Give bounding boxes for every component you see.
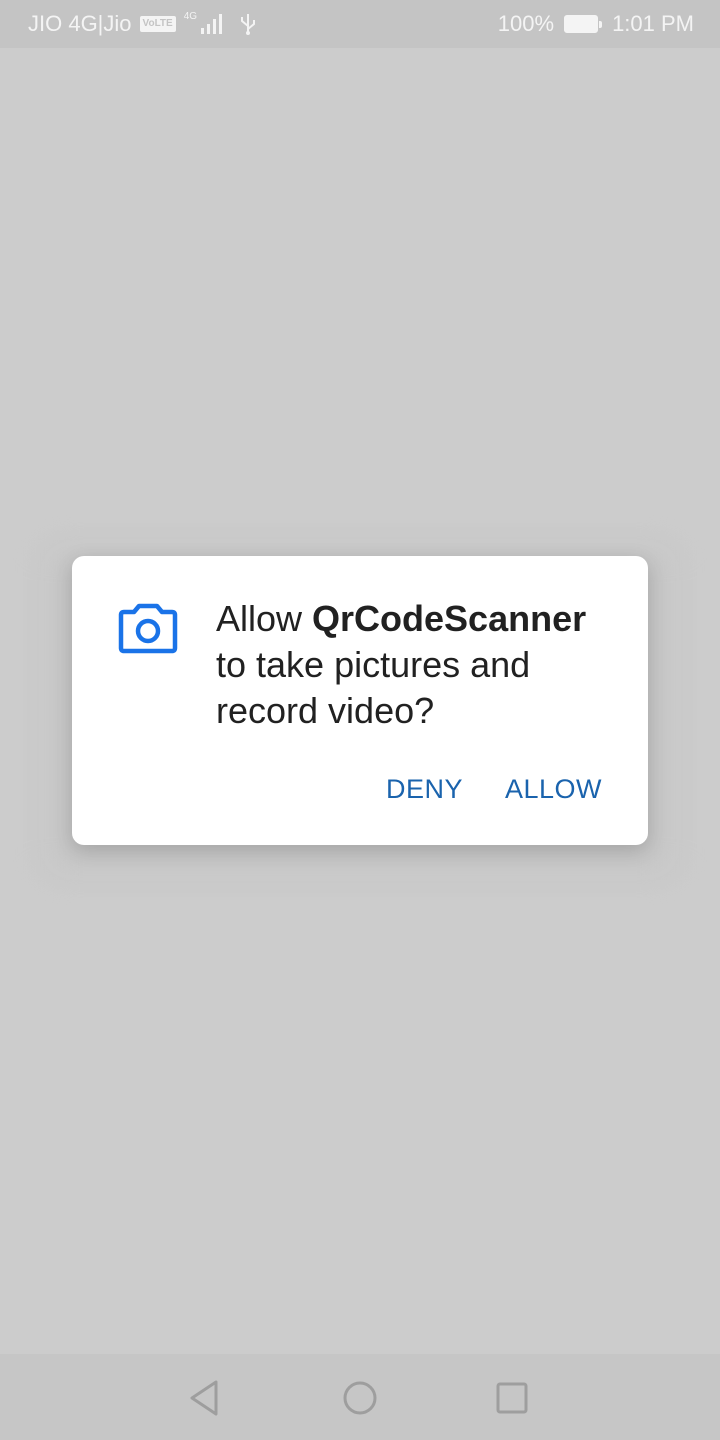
network-type-label: 4G: [183, 11, 198, 22]
permission-dialog: Allow QrCodeScanner to take pictures and…: [72, 556, 648, 845]
status-right: 100% 1:01 PM: [498, 11, 694, 37]
message-prefix: Allow: [216, 598, 313, 639]
screen: JIO 4G|Jio VoLTE 4G 100% 1:01 PM Allow Q…: [0, 0, 720, 1440]
battery-charging-icon: [564, 15, 603, 33]
app-name: QrCodeScanner: [312, 598, 587, 639]
back-triangle-icon[interactable]: [186, 1378, 226, 1418]
allow-button[interactable]: ALLOW: [505, 774, 602, 805]
deny-button[interactable]: DENY: [386, 774, 463, 805]
battery-percent: 100%: [497, 11, 555, 36]
usb-icon: [241, 14, 256, 35]
signal-bars-icon: [201, 14, 223, 34]
dialog-actions: DENY ALLOW: [386, 774, 602, 805]
home-circle-icon[interactable]: [340, 1378, 380, 1418]
carrier-label: JIO 4G|Jio: [28, 11, 132, 36]
volte-badge: VoLTE: [139, 16, 176, 32]
status-bar: JIO 4G|Jio VoLTE 4G 100% 1:01 PM: [0, 0, 720, 48]
status-left: JIO 4G|Jio VoLTE 4G: [28, 11, 257, 37]
message-suffix: to take pictures and record video?: [216, 644, 531, 731]
navigation-bar: [0, 1354, 720, 1440]
dialog-message: Allow QrCodeScanner to take pictures and…: [216, 596, 626, 734]
recents-square-icon[interactable]: [492, 1378, 532, 1418]
clock: 1:01 PM: [612, 11, 694, 36]
camera-icon: [118, 603, 178, 654]
